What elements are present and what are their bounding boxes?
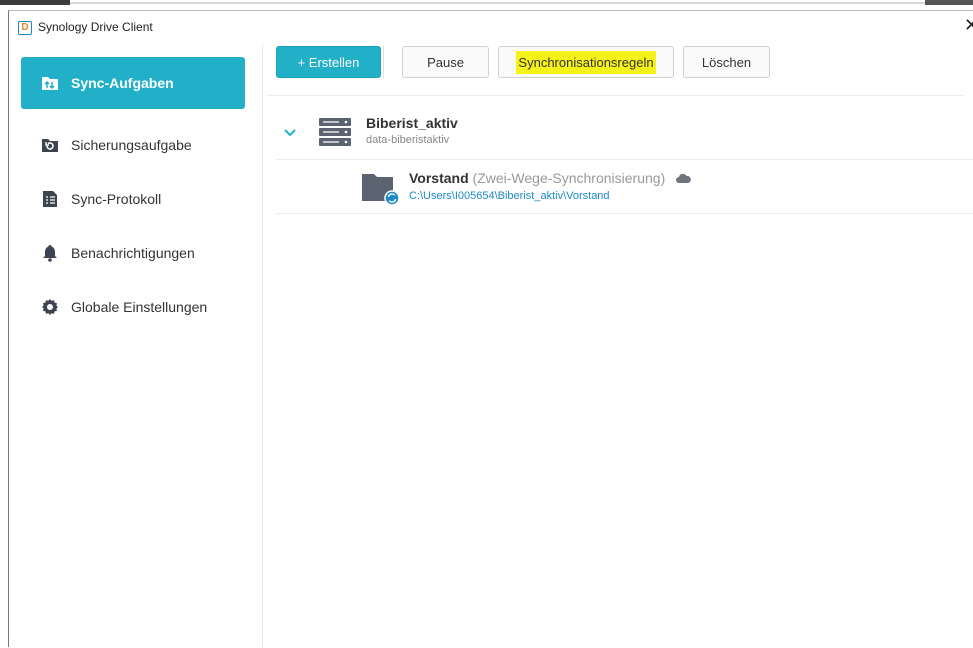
app-window: D Synology Drive Client ✕ Sync-Aufgaben [8,10,973,648]
close-icon[interactable]: ✕ [964,15,973,36]
sidebar-item-backup[interactable]: Sicherungsaufgabe [21,119,245,171]
title-bar: D Synology Drive Client ✕ [9,11,973,45]
sync-rules-label: Synchronisationsregeln [516,50,656,74]
toolbar-separator [383,46,384,78]
gear-icon [41,298,59,316]
sync-folder-icon [361,170,401,211]
sidebar-item-label: Sync-Aufgaben [71,75,174,91]
background-bar-mid [70,2,930,4]
folder-path-link[interactable]: C:\Users\I005654\Biberist_aktiv\Vorstand [409,190,610,202]
folder-sync-mode: (Zwei-Wege-Synchronisierung) [472,170,666,186]
log-icon [41,190,59,208]
sync-rules-button[interactable]: Synchronisationsregeln [498,46,674,78]
backup-icon [41,136,59,154]
create-button[interactable]: + Erstellen [276,46,381,78]
app-logo: D [18,21,32,35]
sidebar-item-label: Benachrichtigungen [71,245,195,261]
sidebar: Sync-Aufgaben Sicherungsaufgabe Sync-Pro… [9,45,263,648]
chevron-down-icon[interactable] [284,124,296,142]
row-divider [276,159,973,160]
delete-button[interactable]: Löschen [683,46,770,78]
pause-button[interactable]: Pause [402,46,489,78]
server-icon [318,117,352,152]
sidebar-item-global-settings[interactable]: Globale Einstellungen [21,281,245,333]
sidebar-item-sync-log[interactable]: Sync-Protokoll [21,173,245,225]
sidebar-item-label: Globale Einstellungen [71,299,208,315]
background-bar-right [925,0,973,5]
sidebar-item-label: Sync-Protokoll [71,191,162,207]
sidebar-item-label: Sicherungsaufgabe [71,137,192,153]
cloud-icon [675,171,691,187]
bell-icon [41,244,59,262]
row-divider [276,213,973,214]
sidebar-item-sync-tasks[interactable]: Sync-Aufgaben [21,57,245,109]
sync-tasks-icon [41,74,59,92]
background-bar-left [0,0,70,5]
task-name[interactable]: Biberist_aktiv [366,115,458,131]
window-title: Synology Drive Client [38,20,153,34]
folder-row[interactable]: Vorstand (Zwei-Wege-Synchronisierung) [409,170,691,187]
toolbar-divider [267,95,964,96]
sidebar-item-notifications[interactable]: Benachrichtigungen [21,227,245,279]
folder-name: Vorstand [409,170,469,186]
task-server: data-biberistaktiv [366,134,450,146]
